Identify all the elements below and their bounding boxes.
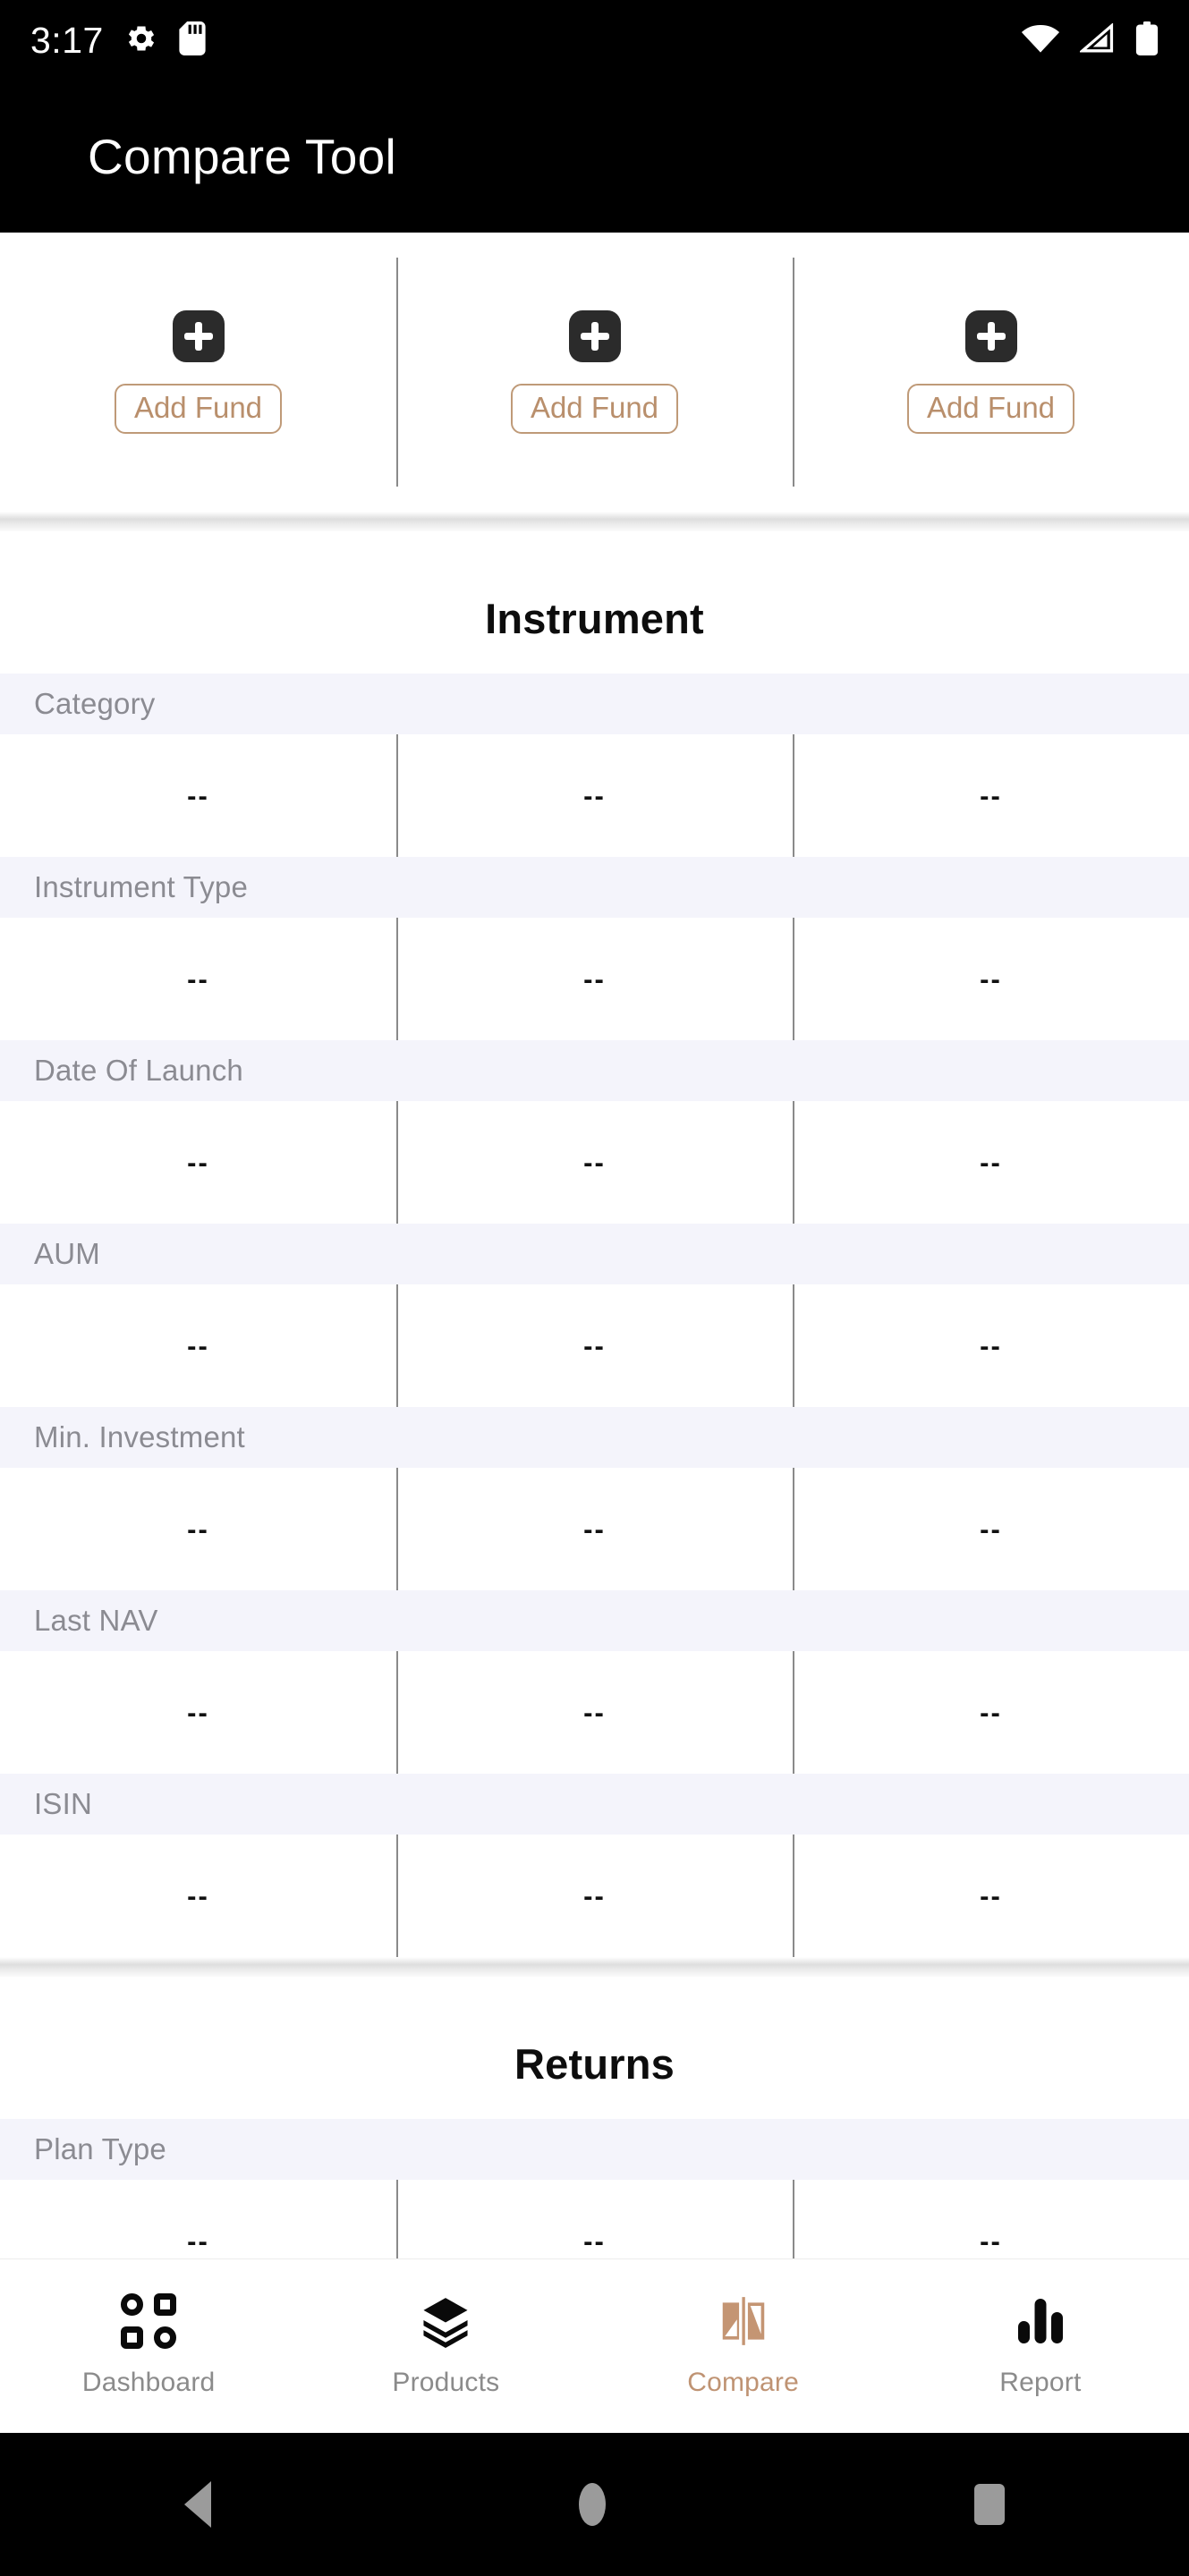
row-label-text: Instrument Type [34, 870, 249, 903]
fund-slot-1[interactable]: Add Fund [0, 233, 396, 512]
row-label-last-nav: Last NAV [0, 1590, 1189, 1651]
value-cell: -- [396, 918, 793, 1040]
value-cell: -- [187, 1879, 209, 1911]
section-separator [0, 512, 1189, 531]
bottom-navigation: Dashboard Products Compare Report [0, 2258, 1189, 2433]
value-cell: -- [187, 779, 209, 811]
section-title: Returns [514, 2040, 675, 2088]
nav-item-report[interactable]: Report [892, 2259, 1189, 2433]
status-bar-clock: 3:17 [30, 19, 104, 61]
table-row: -- -- -- [0, 1284, 1189, 1407]
grid-icon [119, 2293, 178, 2349]
table-row: -- -- -- [0, 734, 1189, 857]
plus-icon[interactable] [964, 309, 1017, 362]
section-instrument: Instrument Category -- -- -- Instrument … [0, 531, 1189, 1957]
value-cell: -- [793, 1651, 1189, 1774]
nav-item-products[interactable]: Products [297, 2259, 594, 2433]
value-cell: -- [187, 2224, 209, 2257]
fund-slot-2[interactable]: Add Fund [396, 233, 793, 512]
row-label-category: Category [0, 674, 1189, 734]
sd-card-icon [179, 21, 206, 60]
nav-label: Products [392, 2368, 500, 2397]
value-cell: -- [187, 1329, 209, 1361]
signal-icon [1078, 21, 1116, 58]
layers-icon [416, 2294, 475, 2348]
add-fund-button-2[interactable]: Add Fund [510, 383, 679, 435]
table-row: -- -- -- [0, 1468, 1189, 1590]
row-label-isin: ISIN [0, 1774, 1189, 1835]
value-cell: -- [396, 1835, 793, 1957]
value-cell: -- [793, 1835, 1189, 1957]
value-cell: -- [187, 1146, 209, 1178]
row-label-plan-type: Plan Type [0, 2119, 1189, 2180]
plus-icon[interactable] [568, 309, 621, 362]
value-cell: -- [396, 1651, 793, 1774]
phone-screen: 3:17 Compare Tool Add Fund Add Fund Add … [0, 0, 1189, 2576]
value-cell: -- [793, 1101, 1189, 1224]
section-returns: Returns Plan Type -- -- -- [0, 1977, 1189, 2258]
add-fund-button-1[interactable]: Add Fund [114, 383, 283, 435]
table-row: -- -- -- [0, 918, 1189, 1040]
row-label-text: Category [34, 687, 156, 720]
section-separator [0, 1957, 1189, 1977]
row-label-instrument-type: Instrument Type [0, 857, 1189, 918]
value-cell: -- [793, 1468, 1189, 1590]
fund-slot-3[interactable]: Add Fund [793, 233, 1189, 512]
add-fund-button-3[interactable]: Add Fund [906, 383, 1075, 435]
gear-icon [125, 22, 157, 59]
row-label-text: AUM [34, 1237, 100, 1270]
row-label-text: Date Of Launch [34, 1054, 243, 1087]
value-cell: -- [396, 1101, 793, 1224]
row-label-text: ISIN [34, 1787, 92, 1820]
table-row: -- -- -- [0, 1651, 1189, 1774]
value-cell: -- [793, 1284, 1189, 1407]
home-button[interactable] [579, 2483, 607, 2526]
bar-chart-icon [1011, 2294, 1070, 2348]
value-cell: -- [396, 2180, 793, 2258]
nav-item-compare[interactable]: Compare [595, 2259, 892, 2433]
value-cell: -- [396, 1284, 793, 1407]
nav-label: Report [999, 2368, 1082, 2397]
row-label-aum: AUM [0, 1224, 1189, 1284]
compare-icon [714, 2294, 773, 2348]
wifi-icon [1021, 23, 1060, 58]
section-title: Instrument [485, 595, 704, 642]
value-cell: -- [187, 962, 209, 995]
status-bar-right [1021, 21, 1159, 60]
row-label-min-investment: Min. Investment [0, 1407, 1189, 1468]
row-label-text: Min. Investment [34, 1420, 245, 1453]
nav-label: Dashboard [81, 2368, 216, 2397]
table-row: -- -- -- [0, 2180, 1189, 2258]
recents-button[interactable] [974, 2484, 1006, 2525]
table-row: -- -- -- [0, 1835, 1189, 1957]
row-label-text: Plan Type [34, 2132, 166, 2165]
table-row: -- -- -- [0, 1101, 1189, 1224]
plus-icon[interactable] [172, 309, 225, 362]
row-label-text: Last NAV [34, 1604, 158, 1637]
back-button[interactable] [183, 2481, 211, 2528]
comparison-scroll-area[interactable]: Instrument Category -- -- -- Instrument … [0, 531, 1189, 2258]
value-cell: -- [396, 1468, 793, 1590]
value-cell: -- [396, 734, 793, 857]
row-label-date-of-launch: Date Of Launch [0, 1040, 1189, 1101]
value-cell: -- [793, 2180, 1189, 2258]
nav-item-dashboard[interactable]: Dashboard [0, 2259, 297, 2433]
fund-selector-row: Add Fund Add Fund Add Fund [0, 233, 1189, 512]
status-bar: 3:17 [0, 0, 1189, 80]
page-title: Compare Tool [88, 129, 396, 184]
value-cell: -- [187, 1696, 209, 1728]
status-bar-left: 3:17 [30, 21, 206, 60]
app-bar: Compare Tool [0, 80, 1189, 233]
battery-icon [1135, 21, 1159, 60]
value-cell: -- [187, 1513, 209, 1545]
value-cell: -- [793, 734, 1189, 857]
value-cell: -- [793, 918, 1189, 1040]
android-system-nav [0, 2433, 1189, 2576]
nav-label: Compare [687, 2368, 800, 2397]
